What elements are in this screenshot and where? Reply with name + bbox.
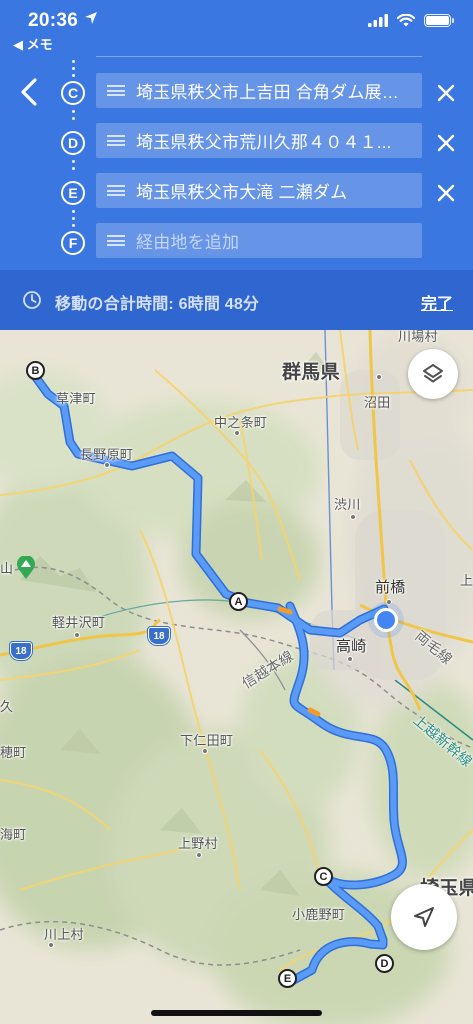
place-pin	[202, 748, 208, 754]
place-label-edge-ho: 穂町	[0, 745, 27, 760]
place-pin	[48, 942, 54, 948]
start-navigation-button[interactable]	[391, 884, 457, 950]
place-label-shimonita: 下仁田町	[180, 733, 234, 748]
battery-icon	[424, 14, 454, 27]
region-label-gunma: 群馬県	[282, 362, 340, 383]
place-label-uenomura: 上野村	[178, 836, 218, 851]
waypoint-badge: E	[61, 181, 85, 205]
remove-waypoint-e-button[interactable]	[433, 180, 459, 206]
route-marker-a[interactable]: A	[229, 592, 248, 611]
home-indicator[interactable]	[151, 1010, 322, 1016]
waypoint-text: 埼玉県秩父市大滝 二瀬ダム	[136, 183, 348, 202]
place-label-edge-ue: 上	[460, 573, 473, 588]
place-label-kawakami: 川上村	[44, 927, 84, 942]
place-pin	[376, 374, 382, 380]
directions-header: 20:36 ◀ メモ C 埼玉県秩父市上吉田 合角ダム展… D 埼玉県秩父市荒川…	[0, 0, 473, 330]
route-marker-c[interactable]: C	[314, 867, 333, 886]
back-to-app-link[interactable]: ◀ メモ	[13, 34, 53, 53]
highway-shield: 18	[148, 627, 170, 645]
place-label-naganohara: 長野原町	[80, 447, 134, 462]
waypoint-field-d[interactable]: 埼玉県秩父市荒川久那４０４１...	[96, 123, 422, 158]
place-label-edge-yama: 山	[0, 561, 14, 576]
city-pin	[386, 599, 392, 605]
place-pin	[234, 430, 240, 436]
route-marker-e[interactable]: E	[278, 969, 297, 988]
total-time-text: 移動の合計時間: 6時間 48分	[55, 296, 260, 313]
remove-waypoint-c-button[interactable]	[433, 80, 459, 106]
route-marker-d[interactable]: D	[375, 954, 394, 973]
waypoint-badge: C	[61, 81, 85, 105]
close-icon	[437, 84, 455, 102]
drag-handle-icon[interactable]	[107, 185, 125, 196]
highway-shield: 18	[10, 642, 32, 660]
close-icon	[437, 134, 455, 152]
map-layers-button[interactable]	[408, 349, 458, 399]
waypoint-text: 埼玉県秩父市荒川久那４０４１...	[136, 133, 392, 152]
wifi-icon	[397, 14, 415, 27]
place-label-karuizawa: 軽井沢町	[52, 615, 106, 630]
place-label-ogano: 小鹿野町	[292, 907, 346, 922]
drag-handle-icon[interactable]	[107, 85, 125, 96]
add-waypoint-placeholder: 経由地を追加	[136, 233, 240, 252]
waypoint-row-c: C 埼玉県秩父市上吉田 合角ダム展…	[0, 73, 473, 113]
status-time: 20:36	[28, 10, 79, 31]
close-icon	[437, 184, 455, 202]
city-label-takasaki: 高崎	[336, 638, 367, 655]
waypoint-text: 埼玉県秩父市上吉田 合角ダム展…	[136, 83, 399, 102]
waypoint-row-d: D 埼玉県秩父市荒川久那４０４１...	[0, 123, 473, 163]
waypoint-badge: F	[61, 231, 85, 255]
city-label-maebashi: 前橋	[375, 579, 406, 596]
waypoint-row-f: F 経由地を追加	[0, 223, 473, 263]
map-view[interactable]: 群馬県 埼玉県 前橋 高崎 川場村 沼田 草津町 中之条町 長野原町 渋川 軽井…	[0, 330, 473, 1024]
place-label-numata: 沼田	[364, 395, 391, 410]
drag-handle-icon	[107, 235, 125, 246]
place-pin	[104, 462, 110, 468]
waypoint-field-e[interactable]: 埼玉県秩父市大滝 二瀬ダム	[96, 173, 422, 208]
place-label-edge-hisa: 久	[0, 699, 14, 714]
status-bar: 20:36 ◀ メモ	[0, 0, 473, 52]
clock-icon	[23, 291, 41, 309]
drag-handle-icon[interactable]	[107, 135, 125, 146]
location-arrow-icon	[85, 12, 97, 24]
mountain-pin-icon[interactable]	[16, 556, 36, 580]
remove-waypoint-d-button[interactable]	[433, 130, 459, 156]
waypoint-field-c[interactable]: 埼玉県秩父市上吉田 合角ダム展…	[96, 73, 422, 108]
waypoint-badge: D	[61, 131, 85, 155]
waypoint-divider	[96, 56, 422, 57]
cellular-signal-icon	[368, 14, 388, 27]
my-location-dot	[374, 608, 398, 632]
place-pin	[350, 514, 356, 520]
place-pin	[196, 852, 202, 858]
route-marker-b[interactable]: B	[26, 361, 45, 380]
layers-icon	[423, 364, 443, 383]
place-label-shibukawa: 渋川	[334, 497, 361, 512]
waypoint-row-e: E 埼玉県秩父市大滝 二瀬ダム	[0, 173, 473, 213]
place-label-edge-umi: 海町	[0, 827, 27, 842]
place-label-nakanojo: 中之条町	[214, 415, 268, 430]
done-button[interactable]: 完了	[421, 290, 453, 314]
place-label-kusatsu: 草津町	[56, 391, 96, 406]
total-time-bar: 移動の合計時間: 6時間 48分 完了	[0, 270, 473, 330]
city-pin	[347, 656, 353, 662]
place-pin	[74, 632, 80, 638]
add-waypoint-field[interactable]: 経由地を追加	[96, 223, 422, 258]
navigation-arrow-icon	[414, 907, 434, 927]
place-label-kawaba: 川場村	[398, 330, 438, 344]
